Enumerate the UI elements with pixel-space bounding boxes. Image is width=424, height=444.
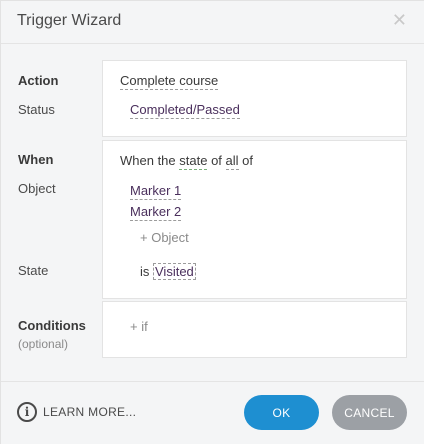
- title-bar: Trigger Wizard ✕: [1, 1, 424, 44]
- state-prefix: is: [140, 264, 153, 279]
- state-label: State: [18, 263, 49, 278]
- state-word-dropdown[interactable]: state: [179, 153, 208, 170]
- object-item-marker-2[interactable]: Marker 2: [130, 204, 182, 221]
- when-sentence-part3: of: [238, 153, 254, 168]
- action-panel: Complete course Completed/Passed: [102, 60, 407, 137]
- object-label: Object: [18, 181, 56, 196]
- action-value-dropdown[interactable]: Complete course: [120, 73, 219, 90]
- trigger-wizard-dialog: Trigger Wizard ✕ Action Status Complete …: [0, 0, 424, 444]
- when-sentence-part1: When the: [120, 153, 180, 168]
- conditions-optional-label: (optional): [18, 337, 69, 351]
- dialog-title: Trigger Wizard: [17, 12, 122, 29]
- cancel-button[interactable]: CANCEL: [332, 395, 407, 430]
- add-if-button[interactable]: + if: [130, 319, 148, 334]
- learn-more-link[interactable]: i LEARN MORE...: [17, 402, 136, 422]
- state-condition: is Visited: [140, 263, 196, 280]
- conditions-label: Conditions: [18, 318, 86, 333]
- all-word-dropdown[interactable]: all: [225, 153, 239, 170]
- when-panel: When the state of all of Marker 1 Marker…: [102, 140, 407, 299]
- learn-more-label: LEARN MORE...: [43, 405, 137, 419]
- conditions-panel: + if: [102, 301, 407, 358]
- status-label: Status: [18, 102, 55, 117]
- when-sentence: When the state of all of: [120, 153, 254, 170]
- add-object-button[interactable]: + Object: [140, 230, 189, 245]
- ok-button[interactable]: OK: [244, 395, 319, 430]
- when-sentence-part2: of: [207, 153, 226, 168]
- status-value-dropdown[interactable]: Completed/Passed: [130, 102, 240, 119]
- wizard-body: Action Status Complete course Completed/…: [1, 44, 424, 381]
- dialog-footer: i LEARN MORE... OK CANCEL: [1, 381, 424, 444]
- close-icon[interactable]: ✕: [392, 11, 407, 29]
- object-item-marker-1[interactable]: Marker 1: [130, 183, 182, 200]
- info-icon: i: [17, 402, 37, 422]
- action-label: Action: [18, 73, 59, 88]
- state-value-dropdown[interactable]: Visited: [153, 263, 196, 280]
- when-label: When: [18, 152, 54, 167]
